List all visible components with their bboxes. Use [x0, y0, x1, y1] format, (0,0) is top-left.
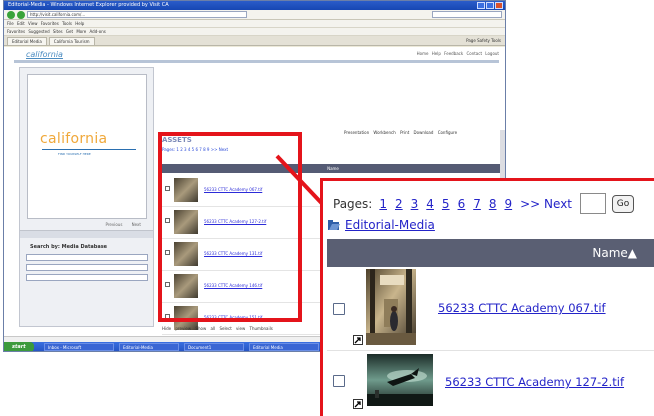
tab-editorial-media[interactable]: Editorial Media: [7, 37, 47, 45]
page-link-1[interactable]: 1: [379, 197, 387, 211]
search-field-1[interactable]: [26, 254, 148, 261]
taskbar-item[interactable]: Document1: [184, 343, 244, 351]
preview-nav-buttons[interactable]: Previous Next: [27, 222, 147, 227]
tab-california-tourism[interactable]: California Tourism: [48, 37, 95, 45]
highlight-box: [158, 132, 302, 322]
folder-breadcrumb: Editorial-Media: [327, 218, 435, 232]
forward-icon[interactable]: [17, 10, 25, 19]
search-field-2[interactable]: [26, 264, 148, 271]
taskbar-item[interactable]: Editorial-Media: [119, 343, 179, 351]
maximize-icon[interactable]: [486, 2, 494, 9]
zoom-callout: Pages: 1 2 3 4 5 6 7 8 9 >> Next Go Edit…: [320, 178, 654, 416]
pages-label: Pages:: [333, 196, 373, 211]
row-checkbox[interactable]: [333, 303, 345, 315]
next-page-link[interactable]: >> Next: [520, 197, 572, 211]
folder-link[interactable]: Editorial-Media: [345, 218, 435, 232]
search-field-3[interactable]: [26, 274, 148, 281]
favorites-bar[interactable]: Favorites Suggested Sites Get More Add-o…: [4, 28, 505, 36]
page-link-3[interactable]: 3: [411, 197, 419, 211]
menu-bar[interactable]: File Edit View Favorites Tools Help: [4, 20, 505, 28]
name-sort-label[interactable]: Name▲: [592, 246, 637, 260]
search-by-label: Search by: Media Database: [30, 244, 108, 250]
header-strip: [14, 60, 499, 63]
window-titlebar: Editorial-Media - Windows Internet Explo…: [4, 1, 505, 10]
address-bar: http://visit.california.com/...: [4, 10, 505, 20]
preview-panel: california FIND YOURSELF HERE Previous N…: [19, 67, 154, 327]
window-title: Editorial-Media - Windows Internet Explo…: [8, 2, 169, 8]
minimize-icon[interactable]: [477, 2, 485, 9]
page-link-7[interactable]: 7: [473, 197, 481, 211]
table-row: 56233 CTTC Academy 067.tif: [327, 267, 654, 351]
top-navigation[interactable]: Home Help Feedback Contact Logout: [417, 51, 499, 56]
search-input[interactable]: [432, 11, 502, 18]
page-link-8[interactable]: 8: [489, 197, 497, 211]
page-number-input[interactable]: [580, 193, 607, 214]
site-logo[interactable]: california: [26, 50, 63, 59]
page-link-2[interactable]: 2: [395, 197, 403, 211]
url-input[interactable]: http://visit.california.com/...: [27, 11, 247, 18]
shortcut-icon: [353, 335, 363, 345]
taskbar-item[interactable]: Inbox - Microsoft: [44, 343, 114, 351]
taskbar-item[interactable]: Editorial Media: [249, 343, 319, 351]
view-options-bar[interactable]: Hide preview Show all Select view Thumbn…: [162, 326, 273, 331]
page-link-6[interactable]: 6: [458, 197, 466, 211]
page-link-4[interactable]: 4: [426, 197, 434, 211]
panel-toolbar[interactable]: [20, 230, 153, 238]
search-fields: [26, 254, 148, 284]
row-thumbnail[interactable]: [367, 354, 433, 406]
table-row: 56233 CTTC Academy 127-2.tif: [327, 351, 654, 416]
folder-icon: [327, 218, 341, 232]
command-bar[interactable]: Page Safety Tools: [466, 38, 505, 43]
workbench-toolbar[interactable]: Presentation Workbench Print Download Co…: [344, 130, 457, 135]
back-icon[interactable]: [7, 10, 15, 19]
shortcut-icon: [353, 399, 363, 409]
close-icon[interactable]: [495, 2, 503, 9]
row-filename-link[interactable]: 56233 CTTC Academy 127-2.tif: [445, 375, 624, 389]
logo-underline: [42, 149, 136, 150]
window-controls: [477, 2, 503, 9]
start-button[interactable]: start: [4, 342, 34, 351]
row-checkbox[interactable]: [333, 375, 345, 387]
logo-tagline: FIND YOURSELF HERE: [58, 152, 91, 156]
california-logo: california: [40, 131, 108, 147]
tab-strip: Editorial Media California Tourism Page …: [4, 36, 505, 46]
row-filename-link[interactable]: 56233 CTTC Academy 067.tif: [438, 301, 606, 315]
row-thumbnail[interactable]: [366, 269, 416, 345]
preview-image: california FIND YOURSELF HERE: [27, 74, 147, 219]
page-link-9[interactable]: 9: [504, 197, 512, 211]
page-link-5[interactable]: 5: [442, 197, 450, 211]
go-button[interactable]: Go: [612, 194, 635, 213]
pagination: Pages: 1 2 3 4 5 6 7 8 9 >> Next Go: [333, 193, 635, 214]
name-column-header[interactable]: Name▲: [327, 239, 654, 267]
